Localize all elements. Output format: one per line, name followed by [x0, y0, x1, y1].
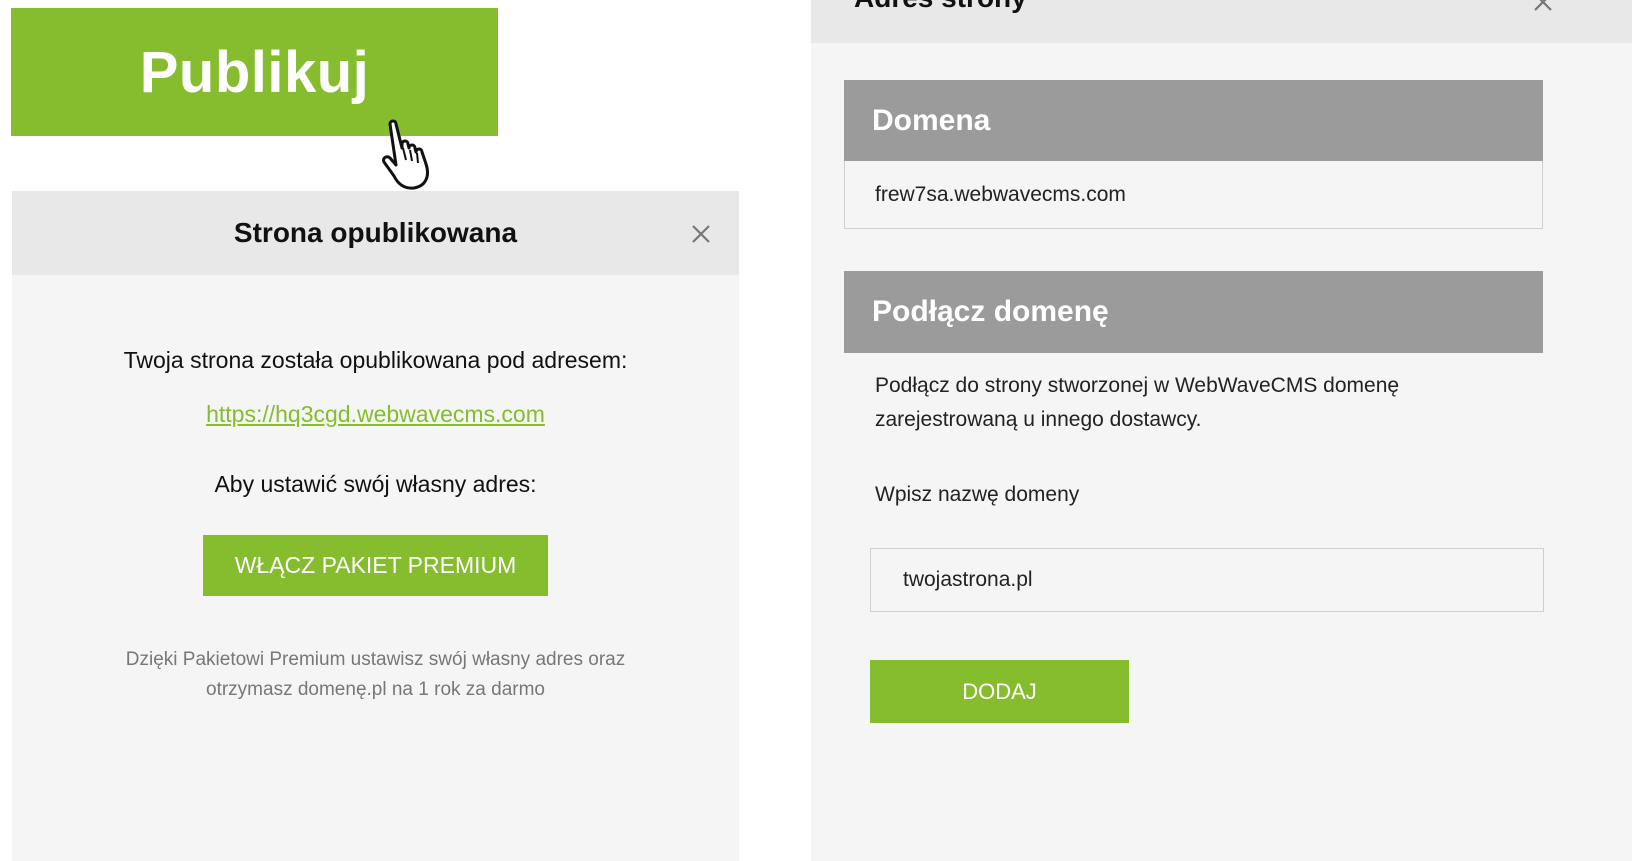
connect-heading-label: Podłącz domenę — [872, 295, 1109, 328]
add-button-label: DODAJ — [962, 678, 1037, 704]
premium-button[interactable]: WŁĄCZ PAKIET PREMIUM — [203, 535, 548, 596]
connect-description-line1: Podłącz do strony stworzonej w WebWaveCM… — [875, 374, 1400, 397]
publish-button-label: Publikuj — [139, 39, 370, 105]
domain-heading-label: Domena — [872, 104, 991, 137]
hand-cursor-icon — [382, 119, 429, 190]
close-icon[interactable] — [691, 224, 711, 244]
published-message: Twoja strona została opublikowana pod ad… — [123, 347, 628, 373]
premium-button-label: WŁĄCZ PAKIET PREMIUM — [234, 552, 517, 578]
published-dialog-title: Strona opublikowana — [233, 217, 518, 248]
publish-button[interactable]: Publikuj — [11, 8, 498, 136]
published-dialog: Strona opublikowana Twoja strona została… — [12, 191, 739, 861]
published-dialog-header: Strona opublikowana — [12, 191, 739, 275]
published-url-link[interactable]: https://hq3cgd.webwavecms.com — [206, 401, 545, 427]
address-panel-header: Adres strony — [811, 0, 1632, 43]
connect-domain-description: Podłącz do strony stworzonej w WebWaveCM… — [875, 369, 1475, 437]
premium-note: Dzięki Pakietowi Premium ustawisz swój w… — [92, 645, 659, 705]
add-domain-button[interactable]: DODAJ — [870, 660, 1129, 723]
premium-note-line1: Dzięki Pakietowi Premium ustawisz swój w… — [125, 649, 626, 670]
address-panel-title: Adres strony — [854, 0, 1027, 14]
domain-input-value: twojastrona.pl — [903, 568, 1033, 591]
domain-input-label: Wpisz nazwę domeny — [875, 483, 1080, 506]
connect-description-line2: zarejestrowaną u innego dostawcy. — [875, 408, 1202, 431]
current-domain-value: frew7sa.webwavecms.com — [844, 161, 1543, 229]
premium-note-line2: otrzymasz domenę.pl na 1 rok za darmo — [206, 679, 545, 700]
custom-address-prompt: Aby ustawić swój własny adres: — [214, 471, 537, 497]
domain-name-input[interactable]: twojastrona.pl — [870, 548, 1544, 612]
domain-section-heading: Domena — [844, 80, 1543, 162]
current-domain-text: frew7sa.webwavecms.com — [875, 182, 1126, 206]
close-icon[interactable] — [1533, 0, 1553, 12]
address-panel: Adres strony Domena frew7sa.webwavecms.c… — [811, 0, 1632, 861]
connect-domain-heading: Podłącz domenę — [844, 271, 1543, 353]
